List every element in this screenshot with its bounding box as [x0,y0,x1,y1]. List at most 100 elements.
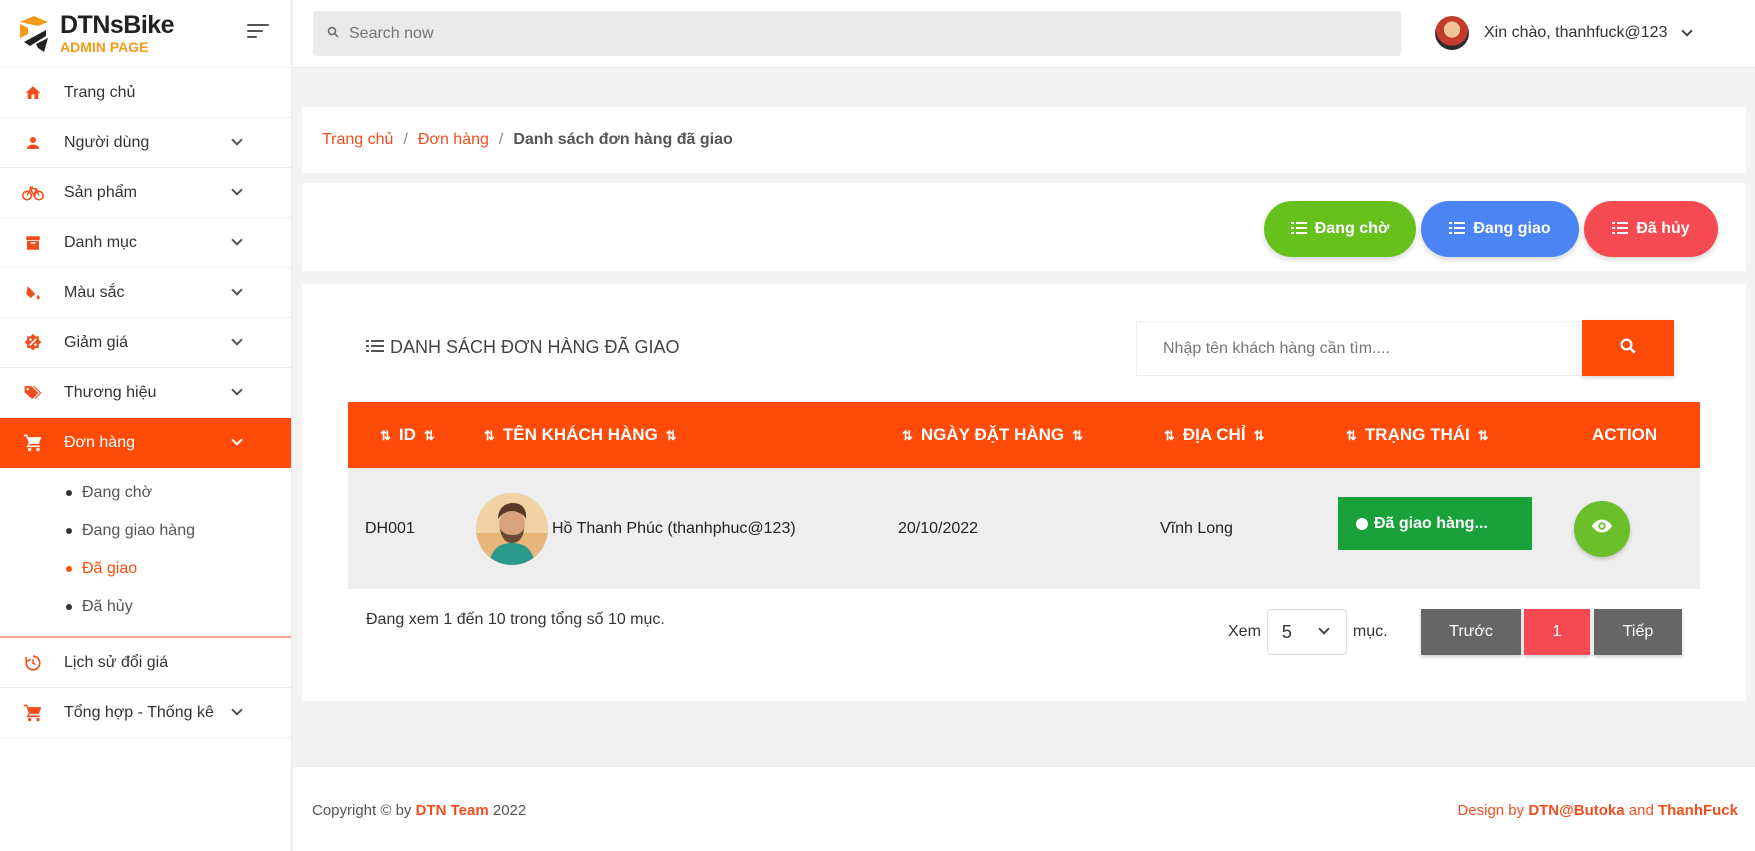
global-search-input[interactable] [349,24,1401,43]
sidebar: DTNsBike ADMIN PAGE Trang chủ Người dùng… [0,0,292,851]
sort-icon: ⇅ [484,428,495,443]
sidebar-item-label: Trang chủ [64,83,136,101]
menu-toggle-icon[interactable] [247,24,269,40]
sidebar-item-label: Lịch sử đổi giá [64,653,169,671]
view-order-button[interactable] [1574,500,1630,557]
sidebar-item-categories[interactable]: Danh mục [0,218,291,268]
sidebar-item-orders[interactable]: Đơn hàng [0,418,291,468]
sidebar-item-discounts[interactable]: Giảm giá [0,318,291,368]
discount-icon [22,332,44,354]
brand-subtitle: ADMIN PAGE [60,39,149,55]
sidebar-item-label: Giảm giá [64,333,129,351]
submenu-item-pending[interactable]: Đang chờ [66,474,291,512]
breadcrumb-separator: / [403,131,408,148]
sidebar-menu-bottom: Lịch sử đổi giá Tổng hợp - Thống kê [0,638,291,738]
list-icon [1290,219,1307,240]
list-title-text: DANH SÁCH ĐƠN HÀNG ĐÃ GIAO [390,337,680,357]
sidebar-item-label: Màu sắc [64,283,125,301]
bicycle-icon [22,182,44,204]
sort-icon: ⇅ [1346,428,1357,443]
search-icon [327,25,339,43]
sidebar-item-price-history[interactable]: Lịch sử đổi giá [0,638,291,688]
list-icon [1612,219,1629,240]
column-header-action: ACTION [1592,425,1658,444]
sidebar-item-label: Người dùng [64,133,150,151]
shipping-orders-button[interactable]: Đang giao [1421,201,1579,257]
chevron-down-icon [231,184,243,196]
chevron-down-icon [231,334,243,346]
submenu-item-shipping[interactable]: Đang giao hàng [66,512,291,550]
column-header-address[interactable]: ⇅ ĐỊA CHỈ ⇅ [1156,402,1338,468]
sort-icon: ⇅ [902,428,913,443]
chevron-down-icon [1681,25,1694,37]
search-icon [1619,337,1637,360]
order-date: 20/10/2022 [898,519,979,537]
customer-search-input[interactable] [1137,322,1517,375]
sidebar-item-label: Tổng hợp - Thống kê [64,703,214,721]
designer-link[interactable]: ThanhFuck [1658,802,1738,819]
sidebar-item-users[interactable]: Người dùng [0,118,291,168]
breadcrumb-separator: / [498,131,504,148]
column-header-id[interactable]: ⇅ ID ⇅ [348,402,476,468]
sidebar-item-brands[interactable]: Thương hiệu [0,368,291,418]
next-page-button[interactable]: Tiếp [1594,609,1682,655]
sidebar-item-colors[interactable]: Màu sắc [0,268,291,318]
brand: DTNsBike ADMIN PAGE [0,0,291,68]
cart-icon [22,702,44,724]
shipping-orders-label: Đang giao [1473,220,1551,237]
user-greeting: Xin chào, thanhfuck@123 [1484,24,1668,41]
user-menu[interactable]: Xin chào, thanhfuck@123 [1435,16,1694,50]
sort-icon: ⇅ [665,428,677,443]
order-address: Vĩnh Long [1160,519,1233,537]
archive-icon [22,232,44,254]
cart-icon [22,432,44,454]
chevron-down-icon [1318,623,1330,635]
breadcrumb-current: Danh sách đơn hàng đã giao [513,131,733,148]
tag-icon [22,382,44,404]
sidebar-menu: Trang chủ Người dùng Sản phẩm Danh mục M… [0,68,291,468]
topbar: Xin chào, thanhfuck@123 [293,0,1755,68]
list-title: DANH SÁCH ĐƠN HÀNG ĐÃ GIAO [366,337,679,358]
chevron-down-icon [231,704,243,716]
table-header-row: ⇅ ID ⇅ ⇅ TÊN KHÁCH HÀNG ⇅ ⇅ NGÀY ĐẶT HÀNG ⇅ ⇅ Đ… [348,402,1700,468]
sidebar-item-home[interactable]: Trang chủ [0,68,291,118]
paint-bucket-icon [22,282,44,304]
breadcrumb-orders[interactable]: Đơn hàng [418,131,489,149]
prev-page-button[interactable]: Trước [1421,609,1521,655]
copyright: Copyright © by DTN Team 2022 [312,802,527,819]
sort-icon: ⇅ [380,428,391,443]
status-filter-bar: Đang chờ Đang giao Đã hủy [302,183,1746,271]
sidebar-item-label: Đơn hàng [64,434,135,451]
footer: Copyright © by DTN Team 2022 Design by D… [293,766,1755,851]
cancelled-orders-button[interactable]: Đã hủy [1584,201,1718,257]
table-row: DH001 Hồ Thanh Phúc (thanhphuc@123) 20/1… [348,468,1700,589]
page-size-select[interactable]: 5 [1266,609,1347,655]
breadcrumb-home[interactable]: Trang chủ [322,131,393,149]
column-header-status[interactable]: ⇅ TRẠNG THÁI ⇅ [1338,402,1560,468]
chevron-down-icon [231,234,243,246]
customer-search-button[interactable] [1582,320,1674,376]
column-header-customer[interactable]: ⇅ TÊN KHÁCH HÀNG ⇅ [476,402,894,468]
pending-orders-button[interactable]: Đang chờ [1264,201,1416,257]
sidebar-item-label: Thương hiệu [64,383,157,401]
sort-icon: ⇅ [423,428,435,443]
team-link[interactable]: DTN Team [416,802,489,819]
brand-name: DTNsBike [60,11,175,39]
customer-avatar [476,492,548,565]
column-header-date[interactable]: ⇅ NGÀY ĐẶT HÀNG ⇅ [894,402,1156,468]
pending-orders-label: Đang chờ [1314,220,1390,237]
page-size-suffix: mục. [1352,623,1388,640]
chevron-down-icon [231,384,243,396]
chevron-down-icon [231,134,243,146]
design-credit: Design by DTN@Butoka and ThanhFuck [1457,802,1738,819]
sidebar-item-label: Danh mục [64,233,137,251]
designer-link[interactable]: DTN@Butoka [1528,802,1624,819]
sidebar-item-statistics[interactable]: Tổng hợp - Thống kê [0,688,291,738]
sidebar-item-products[interactable]: Sản phẩm [0,168,291,218]
page-1-button[interactable]: 1 [1524,609,1590,655]
submenu-item-cancelled[interactable]: Đã hủy [66,588,291,626]
orders-submenu: Đang chờ Đang giao hàng Đã giao Đã hủy [0,468,291,638]
user-icon [22,132,44,154]
sort-icon: ⇅ [1164,428,1175,443]
submenu-item-delivered[interactable]: Đã giao [66,550,291,588]
